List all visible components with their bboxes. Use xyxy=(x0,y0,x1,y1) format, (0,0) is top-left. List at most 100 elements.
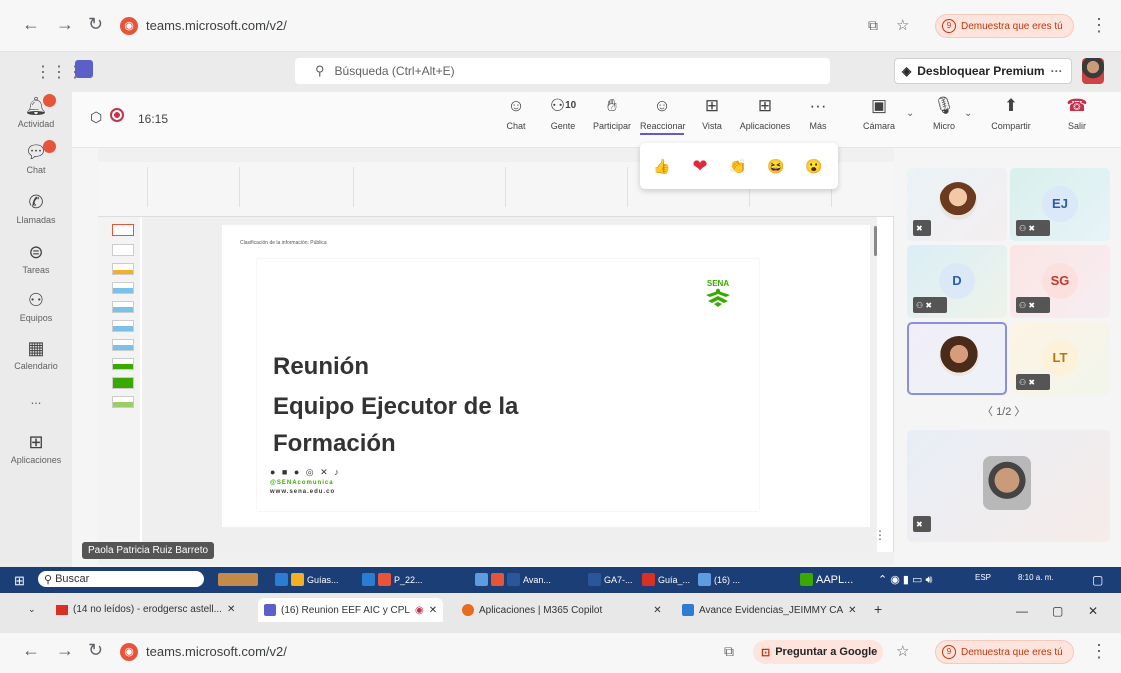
participant-tile[interactable]: SG ⚇ ✖ xyxy=(1010,245,1110,318)
people-button[interactable]: ⚇10 Gente xyxy=(546,96,580,131)
participant-tile[interactable]: LT ⚇ ✖ xyxy=(1010,322,1110,395)
taskbar-app-label: Avan... xyxy=(523,574,551,585)
reload-icon[interactable]: ↻ xyxy=(88,640,103,661)
browser-tab[interactable]: Aplicaciones | M365 Copilot ✕ xyxy=(462,604,662,616)
classification-label: Clasificación de la información: Pública xyxy=(240,240,327,246)
slide-thumbnail[interactable] xyxy=(112,244,134,256)
close-icon[interactable]: ✕ xyxy=(227,604,235,615)
back-arrow-icon[interactable]: ← xyxy=(22,14,40,35)
bookmark-star-icon[interactable]: ☆ xyxy=(896,16,909,34)
notifications-icon[interactable]: ▢ xyxy=(1092,573,1103,587)
taskbar-search[interactable]: ⚲ Buscar xyxy=(38,571,204,587)
widget-image-icon[interactable] xyxy=(218,573,258,586)
cast-icon[interactable]: ⧉ xyxy=(868,17,878,34)
site-info-icon[interactable]: ◉ xyxy=(120,643,138,661)
clap-icon[interactable]: 👏 xyxy=(727,155,749,177)
rail-item-teams[interactable]: ⚇ Equipos xyxy=(0,290,72,323)
close-icon[interactable]: ✕ xyxy=(429,605,437,616)
taskbar-app[interactable]: P_22... xyxy=(362,573,423,586)
heart-icon[interactable]: ❤ xyxy=(689,155,711,177)
slide-thumbnail[interactable] xyxy=(112,224,134,236)
browser-tab[interactable]: (14 no leídos) - erodgersc astell... ✕ xyxy=(56,604,235,615)
unlock-premium-button[interactable]: ◈ Desbloquear Premium ··· xyxy=(894,58,1072,84)
slide-thumbnail[interactable] xyxy=(112,282,134,294)
taskbar-app[interactable]: AAPL... xyxy=(800,573,853,586)
cast-icon[interactable]: ⧉ xyxy=(724,643,734,660)
scrollbar-thumb[interactable] xyxy=(874,226,877,256)
browser-tab[interactable]: Avance Evidencias_JEIMMY CA ✕ xyxy=(682,604,857,616)
ask-google-button[interactable]: ⊡ Preguntar a Google xyxy=(753,640,883,664)
rail-item-apps[interactable]: ⊞ Aplicaciones xyxy=(0,432,72,465)
slide-thumbnail[interactable] xyxy=(112,396,134,408)
reload-icon[interactable]: ↻ xyxy=(88,14,103,35)
taskbar-app[interactable]: Guía_... xyxy=(642,573,690,586)
participant-tile[interactable]: ✖ xyxy=(907,168,1007,241)
participant-tile[interactable]: EJ ⚇ ✖ xyxy=(1010,168,1110,241)
self-video-tile[interactable]: ✖ xyxy=(907,430,1110,542)
profile-pill[interactable]: 9 Demuestra que eres tú xyxy=(935,14,1074,38)
rail-item-calls[interactable]: ✆ Llamadas xyxy=(0,192,72,225)
surprised-icon[interactable]: 😮 xyxy=(803,155,825,177)
react-button[interactable]: ☺ Reaccionar xyxy=(640,96,686,135)
new-tab-icon[interactable]: + xyxy=(874,601,882,617)
slide-thumbnail[interactable] xyxy=(112,320,134,332)
address-bar[interactable]: teams.microsoft.com/v2/ xyxy=(146,18,287,33)
address-bar[interactable]: teams.microsoft.com/v2/ xyxy=(146,644,287,659)
close-icon[interactable]: ✕ xyxy=(848,605,856,616)
laugh-icon[interactable]: 😆 xyxy=(765,155,787,177)
taskbar-app[interactable]: (16) ... xyxy=(698,573,740,586)
rail-item-chat[interactable]: 💬︎ Chat xyxy=(0,140,72,175)
taskbar-app[interactable]: GA7-... xyxy=(588,573,633,586)
previous-page-icon[interactable]: 〈 xyxy=(982,406,993,418)
clock[interactable]: 8:10 a. m. xyxy=(1018,573,1054,582)
maximize-icon[interactable]: ▢ xyxy=(1052,604,1063,618)
more-button[interactable]: ··· Más xyxy=(806,96,830,131)
more-icon[interactable]: ··· xyxy=(1051,64,1063,78)
taskbar-app[interactable]: Avan... xyxy=(475,573,551,586)
back-arrow-icon[interactable]: ← xyxy=(22,640,40,661)
user-avatar[interactable] xyxy=(1082,58,1104,84)
slide-thumbnail[interactable] xyxy=(112,358,134,370)
raise-hand-button[interactable]: ✋︎ Participar xyxy=(592,96,632,131)
more-vertical-icon[interactable]: ⋮ xyxy=(874,528,886,542)
search-input[interactable]: ⚲ Búsqueda (Ctrl+Alt+E) xyxy=(295,58,830,84)
language-indicator[interactable]: ESP xyxy=(975,573,991,582)
site-info-icon[interactable]: ◉ xyxy=(120,17,138,35)
minimize-icon[interactable]: — xyxy=(1016,604,1028,618)
rail-item-more[interactable]: ... xyxy=(0,392,72,407)
bookmark-star-icon[interactable]: ☆ xyxy=(896,642,909,660)
forward-arrow-icon[interactable]: → xyxy=(56,640,74,661)
browser-menu-icon[interactable]: ⋮ xyxy=(1090,641,1108,662)
rail-item-calendar[interactable]: ▦ Calendario xyxy=(0,338,72,371)
tab-list-chevron-icon[interactable]: ⌄ xyxy=(28,604,36,615)
close-icon[interactable]: ✕ xyxy=(653,605,661,616)
browser-menu-icon[interactable]: ⋮ xyxy=(1090,15,1108,36)
taskbar-app[interactable]: Guías... xyxy=(275,573,339,586)
chat-button[interactable]: ☺ Chat xyxy=(503,96,529,131)
participant-tile[interactable]: D ⚇ ✖ xyxy=(907,245,1007,318)
windows-start-icon[interactable]: ⊞ xyxy=(14,573,25,589)
profile-pill[interactable]: 9 Demuestra que eres tú xyxy=(935,640,1074,664)
leave-button[interactable]: ☎︎ Salir xyxy=(1064,96,1090,131)
next-page-icon[interactable]: 〉 xyxy=(1014,406,1025,418)
view-button[interactable]: ⊞ Vista xyxy=(699,96,725,131)
participant-tile-active[interactable] xyxy=(907,322,1007,395)
browser-tab-active[interactable]: (16) Reunion EEF AIC y CPL ◉ ✕ xyxy=(258,598,444,622)
slide-thumbnail[interactable] xyxy=(112,301,134,313)
chevron-down-icon[interactable]: ⌄ xyxy=(964,108,972,119)
like-icon[interactable]: 👍 xyxy=(651,155,673,177)
apps-button[interactable]: ⊞ Aplicaciones xyxy=(738,96,792,131)
mic-button[interactable]: 🎙︎ Micro xyxy=(930,96,958,131)
rail-item-tasks[interactable]: ⊜ Tareas xyxy=(0,242,72,275)
camera-button[interactable]: ▣ Cámara xyxy=(860,96,898,131)
slide-thumbnail[interactable] xyxy=(112,263,134,275)
rail-item-activity[interactable]: 🔔︎ Actividad xyxy=(0,94,72,129)
share-button[interactable]: ⬆ Compartir xyxy=(986,96,1036,131)
tray-icons[interactable]: ⌃ ◉ ▮ ▭ 🔊︎ xyxy=(878,573,932,587)
close-window-icon[interactable]: ✕ xyxy=(1088,604,1098,618)
shield-icon[interactable]: ⬡ xyxy=(90,109,102,126)
chevron-down-icon[interactable]: ⌄ xyxy=(906,108,914,119)
slide-thumbnail[interactable] xyxy=(112,339,134,351)
forward-arrow-icon[interactable]: → xyxy=(56,14,74,35)
slide-thumbnail[interactable] xyxy=(112,377,134,389)
